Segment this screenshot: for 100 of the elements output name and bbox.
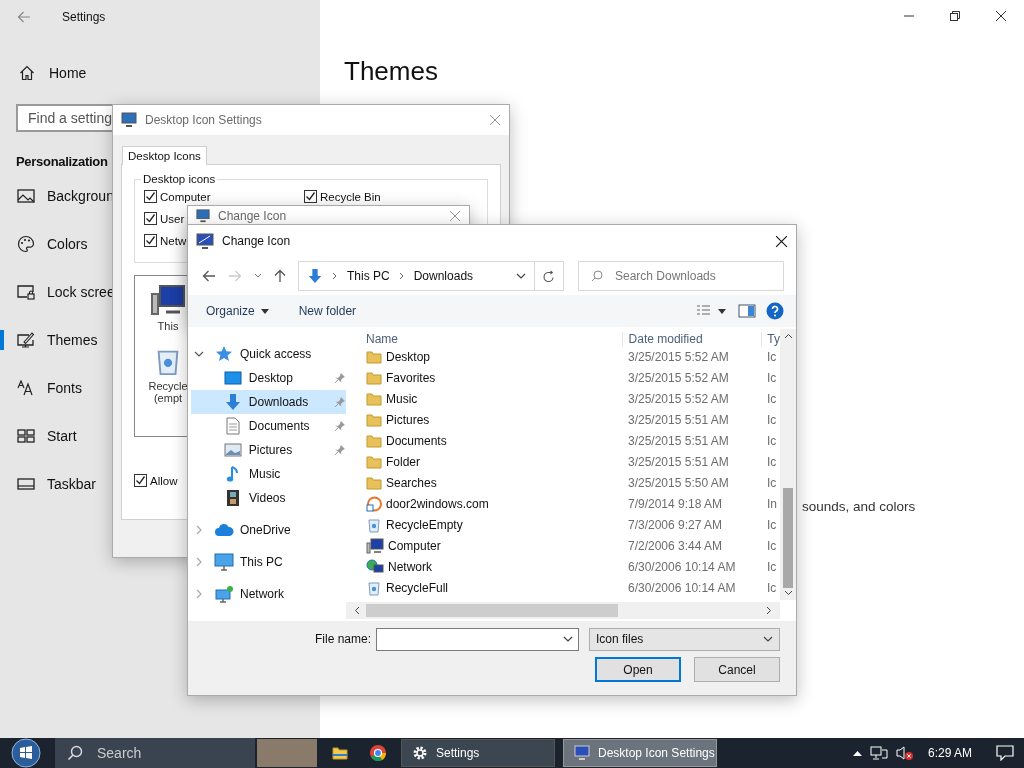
refresh-button[interactable] [534,261,564,291]
home-icon [19,65,35,81]
scroll-down-icon[interactable] [783,590,793,596]
file-name-cell[interactable]: Pictures [346,411,622,428]
preview-pane-icon[interactable] [738,304,756,318]
chevron-down-icon[interactable] [516,273,526,279]
tree-item[interactable]: Documents [191,414,346,438]
checkbox[interactable]: Netw [144,234,187,247]
computer-icon [366,537,384,554]
folder-icon [366,390,382,407]
view-options-icon[interactable] [696,304,728,318]
file-name-cell[interactable]: Desktop [346,348,622,365]
star-icon [215,345,233,363]
file-name-cell[interactable]: Music [346,390,622,407]
checkbox[interactable]: User [144,212,185,225]
file-name-cell[interactable]: RecycleFull [346,579,622,596]
column-header[interactable]: Date modified [621,332,762,346]
tree-item[interactable]: Downloads [191,390,346,414]
maximize-icon[interactable] [949,10,961,22]
film-icon [226,489,240,507]
checkbox[interactable]: Allow [134,474,178,487]
tree-item[interactable]: Music [191,462,346,486]
taskbar-search-field[interactable]: Search [55,738,255,768]
monitor-icon [574,745,590,761]
scroll-left-icon[interactable] [354,606,360,615]
folder-icon [366,348,382,365]
taskbar-button[interactable]: Settings [401,739,555,767]
nav-item[interactable]: Fonts [0,364,112,412]
download-arrow-icon [307,268,323,284]
nav-item[interactable]: Taskbar [0,460,112,508]
home-link[interactable]: Home [19,61,87,85]
network-icon[interactable] [869,745,888,761]
tree-item[interactable]: OneDrive [188,518,346,542]
file-name-cell[interactable]: RecycleEmpty [346,516,622,533]
illustration-placeholder [257,739,317,767]
organize-menu-button[interactable]: Organize [200,301,275,321]
nav-item[interactable]: Start [0,412,112,460]
nav-item[interactable]: Themes [0,316,112,364]
tree-item[interactable]: Network [188,582,346,606]
chevron-down-icon[interactable] [194,349,204,359]
window-title: Settings [62,10,106,24]
address-bar[interactable]: This PC Downloads [298,261,535,291]
clock[interactable]: 6:29 AM [927,746,972,760]
taskbar-button[interactable]: Desktop Icon Settings [563,739,717,767]
nav-item[interactable]: Backgroun [0,172,112,220]
chevron-down-icon[interactable] [563,636,573,642]
folder-icon[interactable] [331,745,349,761]
file-name-field[interactable] [376,627,579,651]
vertical-scrollbar[interactable] [780,329,796,600]
tree-item[interactable]: Desktop [191,366,346,390]
recycle-bin-icon [366,516,382,533]
horizontal-scrollbar[interactable] [346,602,780,619]
folder-search-field[interactable]: Search Downloads [578,261,784,291]
date-cell-text: 3/25/2015 5:50 AM [627,475,730,490]
tree-item[interactable]: Pictures [191,438,346,462]
shortcut-icon [366,495,382,512]
browser-icon[interactable] [369,744,387,762]
notification-icon[interactable] [996,745,1014,761]
start-orb-icon[interactable] [11,738,41,768]
caret-up-icon[interactable] [852,750,862,756]
picture-icon [17,188,35,204]
file-name-cell[interactable]: Documents [346,432,622,449]
tree-item[interactable]: Videos [191,486,346,510]
close-icon[interactable] [775,234,788,248]
open-button[interactable]: Open [595,657,681,682]
file-name-cell[interactable]: Folder [346,453,622,470]
back-arrow-icon[interactable] [202,270,216,282]
volume-muted-icon[interactable] [895,745,914,761]
file-name-cell[interactable]: door2windows.com [346,495,622,512]
taskbar-icon [17,477,35,491]
scrollbar-thumb[interactable] [783,488,793,588]
file-type-dropdown[interactable]: Icon files [589,627,780,651]
chevron-right-icon [332,272,338,280]
nav-item[interactable]: Colors [0,220,112,268]
up-arrow-icon[interactable] [274,269,286,283]
breadcrumb-item[interactable]: This PC [347,269,390,283]
icon-label: Recycle (empt [148,380,188,404]
help-icon[interactable] [766,302,784,320]
file-name-cell[interactable]: Favorites [346,369,622,386]
date-cell-text: 6/30/2006 10:14 AM [627,559,737,574]
file-name-cell[interactable]: Searches [346,474,622,491]
file-name-cell[interactable]: Computer [346,537,622,554]
scroll-up-icon[interactable] [783,333,793,339]
column-header[interactable]: Name [346,332,622,346]
type-cell-text: Ic [766,412,777,427]
tab[interactable]: Desktop Icons [122,146,207,165]
file-name-cell[interactable]: Network [346,558,622,575]
close-icon[interactable] [995,10,1007,22]
scroll-right-icon[interactable] [766,606,772,615]
breadcrumb-item[interactable]: Downloads [413,269,474,283]
checkbox[interactable]: Recycle Bin [304,190,381,203]
tree-item[interactable]: This PC [188,550,346,574]
cancel-button[interactable]: Cancel [694,657,780,682]
new-folder-button[interactable]: New folder [292,301,363,321]
chevron-down-icon [763,636,773,642]
settings-search-field[interactable]: Find a setting [16,104,112,132]
chevron-down-icon[interactable] [254,273,262,279]
globe-computer-icon [366,558,384,575]
checkbox[interactable]: Computer [144,190,211,203]
tree-item[interactable]: Quick access [188,342,346,366]
